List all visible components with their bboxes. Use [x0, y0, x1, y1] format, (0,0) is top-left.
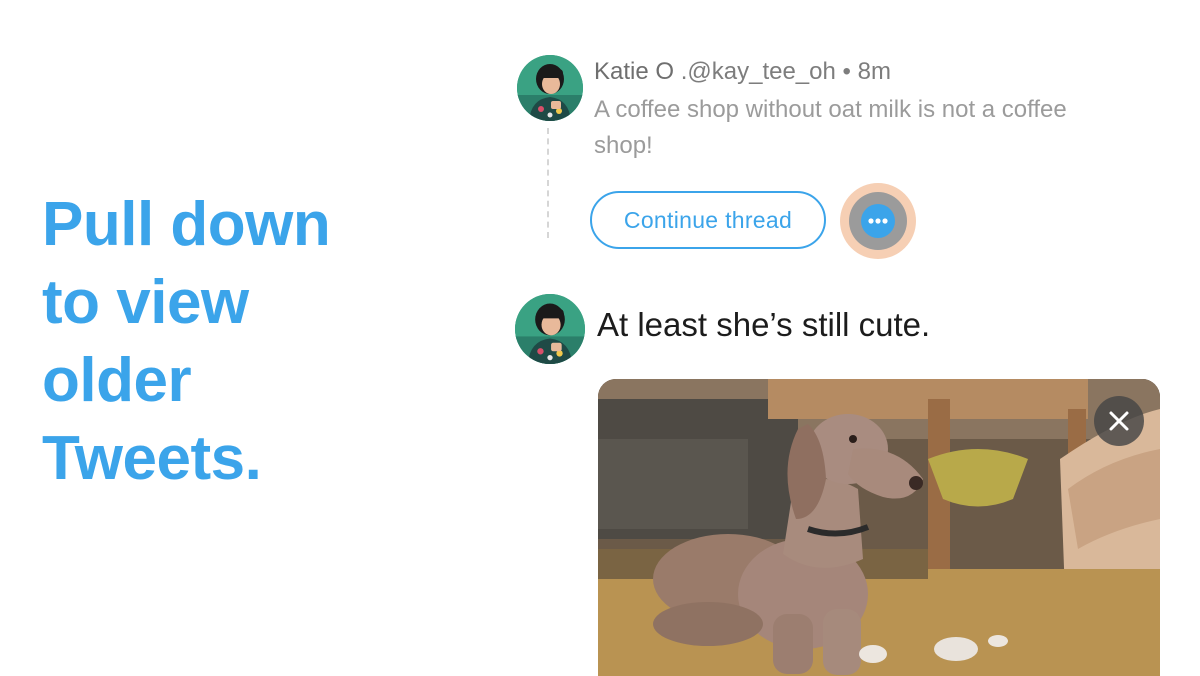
screen: Pull down to view older Tweets. Katie O …	[0, 0, 1200, 676]
meta-separator: •	[842, 58, 851, 85]
headline-line-3: older	[42, 346, 192, 415]
composer-text[interactable]: At least she’s still cute.	[597, 306, 930, 344]
user-avatar[interactable]	[517, 55, 583, 121]
headline: Pull down to view older Tweets.	[42, 186, 402, 498]
headline-line-1: Pull down	[42, 190, 331, 259]
headline-line-4: Tweets.	[42, 424, 262, 493]
close-icon[interactable]	[1094, 396, 1144, 446]
handle[interactable]: .@kay_tee_oh	[681, 58, 836, 85]
more-button-inner	[849, 192, 907, 250]
composer-avatar[interactable]	[515, 294, 585, 364]
more-button[interactable]	[840, 183, 916, 259]
tweet-meta: Katie O .@kay_tee_oh • 8m	[594, 58, 891, 86]
continue-thread-button[interactable]: Continue thread	[590, 191, 826, 249]
dog-photo[interactable]	[598, 379, 1160, 676]
more-dots-icon	[861, 204, 895, 238]
timestamp: 8m	[857, 58, 891, 85]
thread-connector	[547, 128, 549, 238]
tweet-text: A coffee shop without oat milk is not a …	[594, 96, 1067, 159]
headline-line-2: to view	[42, 268, 249, 337]
display-name[interactable]: Katie O	[594, 58, 674, 85]
